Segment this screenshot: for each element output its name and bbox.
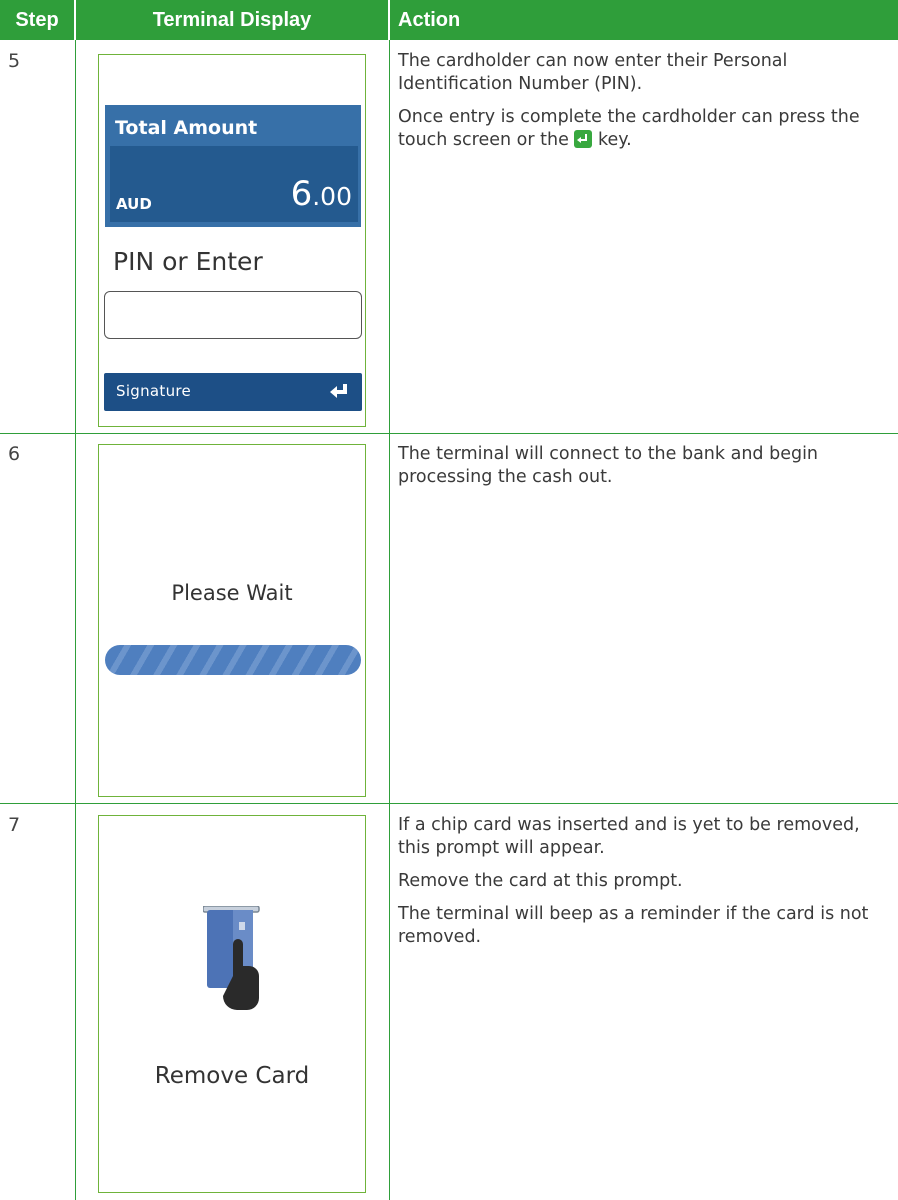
terminal-screen-wait: Please Wait xyxy=(98,444,366,797)
action-text-step-6: The terminal will connect to the bank an… xyxy=(398,443,878,499)
row-divider xyxy=(0,433,898,434)
header-action: Action xyxy=(390,0,898,40)
total-amount-title: Total Amount xyxy=(115,117,258,139)
remove-card-icon xyxy=(202,905,273,1020)
terminal-screen-pin: Total Amount AUD 6.00 PIN or Enter Signa… xyxy=(98,54,366,427)
action-text: key. xyxy=(598,130,632,150)
action-paragraph: The terminal will connect to the bank an… xyxy=(398,444,819,487)
please-wait-message: Please Wait xyxy=(171,581,293,605)
action-text-step-5: The cardholder can now enter their Perso… xyxy=(398,50,878,162)
header-terminal-display: Terminal Display xyxy=(76,0,388,40)
amount-whole: 6 xyxy=(290,174,313,214)
signature-button[interactable]: Signature xyxy=(104,373,362,411)
enter-key-icon xyxy=(574,130,593,148)
action-text-step-7: If a chip card was inserted and is yet t… xyxy=(398,814,878,959)
action-paragraph: Remove the card at this prompt. xyxy=(398,871,683,891)
action-paragraph: Once entry is complete the cardholder ca… xyxy=(398,106,878,152)
step-number: 5 xyxy=(8,50,21,72)
terminal-screen-remove-card: Remove Card xyxy=(98,815,366,1193)
header-step: Step xyxy=(0,0,74,40)
action-paragraph: The terminal will beep as a reminder if … xyxy=(398,904,869,947)
row-divider xyxy=(0,803,898,804)
amount-decimal: .00 xyxy=(312,182,352,211)
currency-code: AUD xyxy=(116,195,152,213)
remove-card-message: Remove Card xyxy=(154,1063,310,1089)
column-divider xyxy=(75,40,76,1200)
step-number: 6 xyxy=(8,443,21,465)
enter-arrow-icon xyxy=(330,383,348,403)
amount-display: AUD 6.00 xyxy=(110,146,358,222)
step-number: 7 xyxy=(8,814,21,836)
pin-prompt: PIN or Enter xyxy=(113,247,263,276)
pin-input[interactable] xyxy=(104,291,362,339)
signature-button-label: Signature xyxy=(116,382,192,400)
action-paragraph: The cardholder can now enter their Perso… xyxy=(398,51,788,94)
amount-value: 6.00 xyxy=(291,174,352,214)
action-paragraph: If a chip card was inserted and is yet t… xyxy=(398,815,860,858)
total-amount-panel: Total Amount AUD 6.00 xyxy=(105,105,361,227)
progress-bar xyxy=(105,645,361,675)
column-divider xyxy=(389,40,390,1200)
